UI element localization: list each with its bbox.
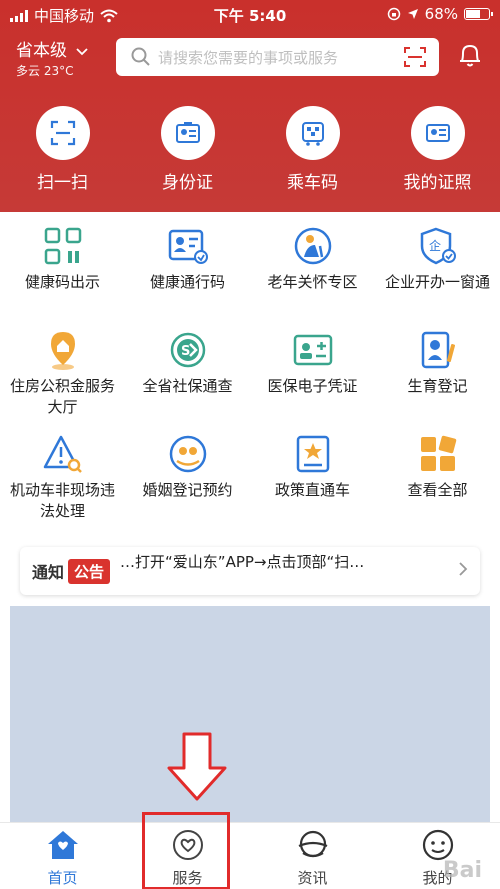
service-label: 老年关怀专区	[267, 273, 358, 291]
all-services-icon	[416, 432, 460, 476]
search-input[interactable]: 请搜索您需要的事项或服务	[116, 38, 439, 76]
service-label: 健康通行码	[149, 273, 225, 291]
svg-text:S: S	[181, 344, 190, 359]
service-health-code[interactable]: 健康码出示	[0, 224, 125, 328]
enterprise-icon: 企	[416, 224, 460, 268]
home-icon	[47, 831, 78, 859]
service-label: 生育登记	[407, 377, 468, 395]
status-bar: 中国移动 下午 5:40 68%	[0, 0, 500, 28]
service-view-all[interactable]: 查看全部	[375, 432, 500, 536]
elderly-care-icon	[291, 224, 335, 268]
watermark: Bai	[442, 858, 482, 883]
battery-percent: 68%	[424, 5, 458, 23]
scan-icon[interactable]	[403, 46, 427, 68]
scan-icon	[35, 106, 90, 160]
battery-icon	[464, 8, 493, 20]
service-birth-registration[interactable]: 生育登记	[375, 328, 500, 432]
health-pass-icon	[166, 224, 210, 268]
tab-label: 资讯	[297, 869, 328, 887]
quick-action-label: 扫一扫	[37, 173, 88, 193]
birth-registration-icon	[416, 328, 460, 372]
banner-area[interactable]	[10, 606, 490, 824]
location-icon	[407, 9, 418, 19]
bus-code-icon	[285, 106, 340, 160]
id-card-icon	[160, 106, 215, 160]
service-social-security[interactable]: S 全省社保通查	[125, 328, 250, 432]
service-policy[interactable]: 政策直通车	[250, 432, 375, 536]
orientation-lock-icon	[387, 7, 400, 21]
service-enterprise[interactable]: 企 企业开办一窗通	[375, 224, 500, 328]
region-label: 省本级	[16, 41, 67, 61]
search-placeholder: 请搜索您需要的事项或服务	[158, 48, 339, 67]
bell-icon[interactable]	[458, 42, 482, 68]
qr-code-icon	[41, 224, 85, 268]
service-label: 全省社保通查	[142, 377, 233, 395]
chevron-down-icon	[76, 48, 89, 56]
tab-label: 首页	[47, 869, 78, 887]
quick-action-bus-code[interactable]: 乘车码	[250, 106, 375, 193]
quick-action-id-card[interactable]: 身份证	[125, 106, 250, 193]
notice-text: …打开“爱山东”APP→点击顶部“扫…	[120, 553, 365, 571]
quick-action-scan[interactable]: 扫一扫	[0, 106, 125, 193]
quick-action-license[interactable]: 我的证照	[375, 106, 500, 193]
weather-label: 多云 23°C	[16, 64, 74, 78]
service-medical-insurance[interactable]: 医保电子凭证	[250, 328, 375, 432]
quick-actions: 扫一扫 身份证 乘车码 我的证照	[0, 106, 500, 193]
policy-icon	[291, 432, 335, 476]
license-icon	[410, 106, 465, 160]
service-label: 婚姻登记预约	[142, 481, 233, 499]
service-housing-fund[interactable]: 住房公积金服务大厅	[0, 328, 125, 432]
tab-home[interactable]: 首页	[0, 823, 125, 889]
social-security-icon: S	[166, 328, 210, 372]
header: 中国移动 下午 5:40 68% 省本级 多云 23°C 请搜索您需要的事项或服…	[0, 0, 500, 212]
notice-badge: 公告	[68, 558, 111, 584]
service-label: 企业开办一窗通	[384, 273, 490, 291]
tab-bar: 首页 服务 资讯 我的	[0, 822, 500, 889]
traffic-violation-icon	[41, 432, 85, 476]
medical-insurance-icon	[291, 328, 335, 372]
housing-fund-icon	[41, 328, 85, 372]
annotation-arrow-icon	[167, 732, 227, 801]
service-label: 政策直通车	[274, 481, 350, 499]
chevron-right-icon	[459, 562, 468, 576]
notice-title: 通知	[32, 563, 65, 582]
service-traffic-violation[interactable]: 机动车非现场违法处理	[0, 432, 125, 536]
quick-action-label: 乘车码	[287, 173, 338, 193]
news-icon	[298, 830, 327, 858]
quick-action-label: 身份证	[162, 173, 213, 193]
marriage-icon	[166, 432, 210, 476]
services-grid: 健康码出示 健康通行码 老年关怀专区 企 企业开办一窗通 住房公积金服务大厅 S…	[0, 224, 500, 536]
service-label: 机动车非现场违法处理	[9, 481, 115, 520]
service-label: 查看全部	[407, 481, 468, 499]
profile-icon	[422, 829, 453, 861]
quick-action-label: 我的证照	[403, 173, 472, 193]
region-selector[interactable]: 省本级	[16, 36, 89, 61]
service-label: 住房公积金服务大厅	[9, 377, 115, 416]
tab-news[interactable]: 资讯	[250, 823, 375, 889]
service-marriage[interactable]: 婚姻登记预约	[125, 432, 250, 536]
service-health-pass[interactable]: 健康通行码	[125, 224, 250, 328]
svg-text:企: 企	[429, 238, 441, 253]
service-label: 健康码出示	[24, 273, 100, 291]
service-label: 医保电子凭证	[267, 377, 358, 395]
annotation-highlight-box	[142, 812, 230, 889]
notice-bar[interactable]: 通知 公告 …打开“爱山东”APP→点击顶部“扫…	[20, 547, 480, 595]
service-elderly-care[interactable]: 老年关怀专区	[250, 224, 375, 328]
search-icon	[131, 47, 150, 66]
